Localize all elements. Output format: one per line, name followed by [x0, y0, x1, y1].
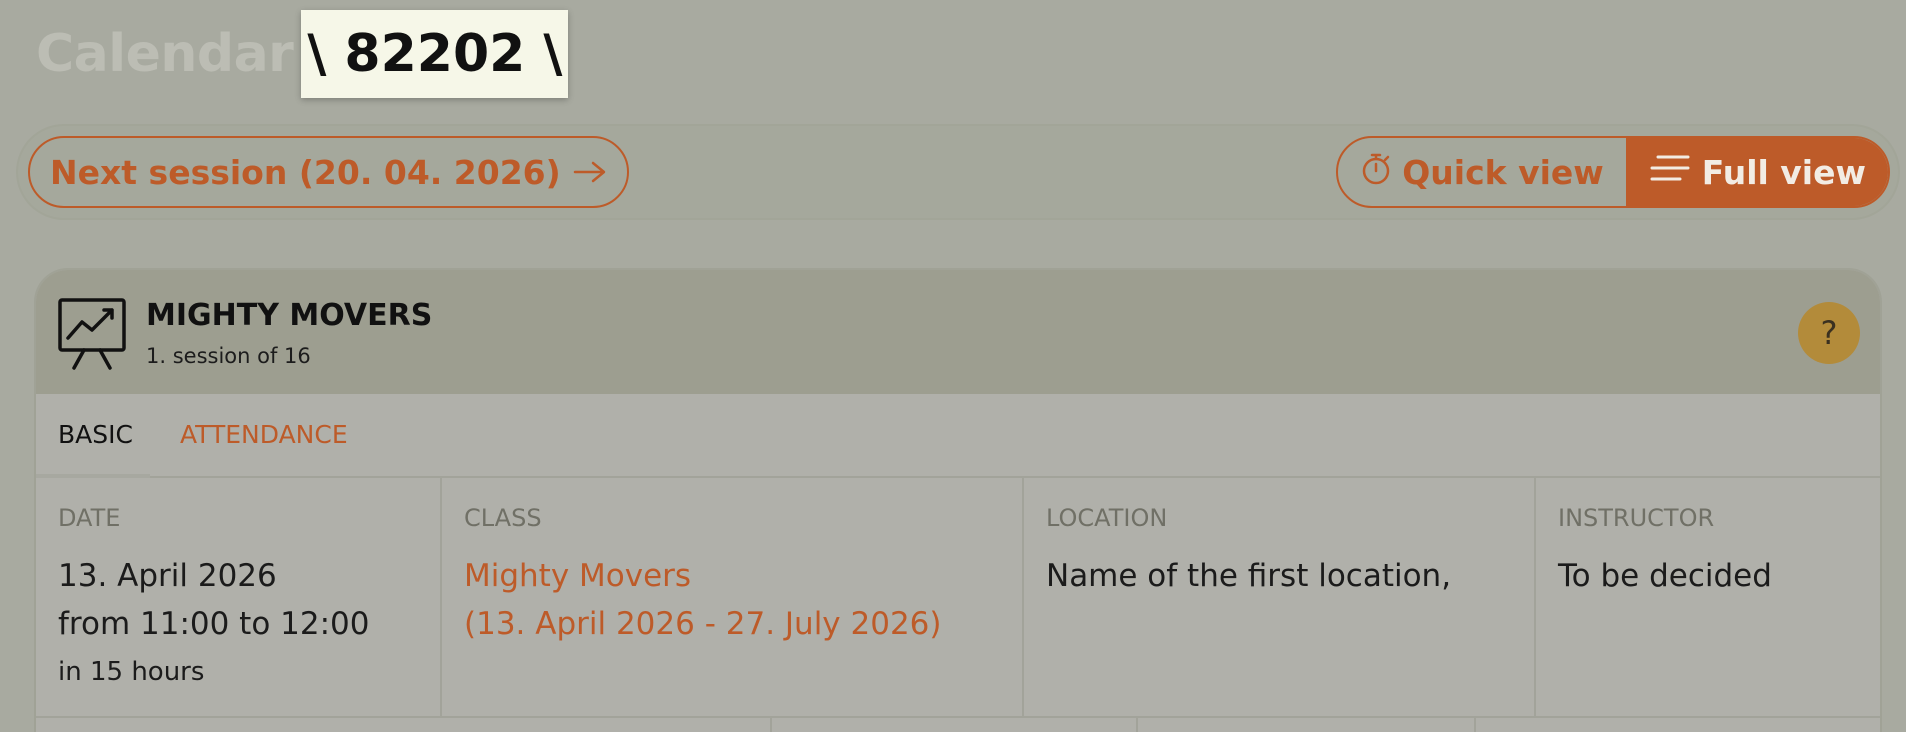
location-label: LOCATION [1046, 504, 1168, 532]
full-view-button[interactable]: Full view [1625, 138, 1888, 206]
page-title: Calendar \ 82202 \ [36, 10, 569, 98]
card-tabs: BASIC ATTENDANCE [36, 394, 1880, 478]
class-cell: CLASS Mighty Movers (13. April 2026 - 27… [442, 478, 1024, 716]
list-lines-icon [1648, 151, 1692, 193]
record-id: \ 82202 \ [301, 10, 569, 98]
next-session-button[interactable]: Next session (20. 04. 2026) [28, 136, 629, 208]
view-switch: Quick view Full view [1336, 136, 1890, 208]
full-view-label: Full view [1701, 152, 1866, 192]
card-header: MIGHTY MOVERS 1. session of 16 ? [36, 270, 1880, 394]
next-details-row [36, 718, 1880, 732]
instructor-cell: INSTRUCTOR To be decided [1536, 478, 1880, 716]
row-divider [770, 718, 772, 732]
session-toolbar: Next session (20. 04. 2026) Quick view F… [18, 126, 1898, 218]
instructor-value: To be decided [1558, 558, 1772, 594]
location-value: Name of the first location, [1046, 558, 1452, 594]
date-label: DATE [58, 504, 121, 532]
date-cell: DATE 13. April 2026 from 11:00 to 12:00 … [36, 478, 442, 716]
details-grid: DATE 13. April 2026 from 11:00 to 12:00 … [36, 478, 1880, 718]
card-title: MIGHTY MOVERS [146, 298, 433, 333]
row-divider [1136, 718, 1138, 732]
quick-view-button[interactable]: Quick view [1338, 138, 1626, 206]
relative-time: in 15 hours [58, 657, 205, 687]
next-session-label: Next session (20. 04. 2026) [50, 152, 561, 192]
session-card: MIGHTY MOVERS 1. session of 16 ? BASIC A… [36, 270, 1880, 732]
arrow-right-icon [573, 153, 607, 192]
tab-attendance[interactable]: ATTENDANCE [180, 420, 348, 449]
page-title-text: Calendar [36, 24, 294, 84]
row-divider [1474, 718, 1476, 732]
card-subtitle: 1. session of 16 [146, 344, 311, 368]
tab-basic[interactable]: BASIC [58, 420, 133, 449]
class-link[interactable]: Mighty Movers [464, 552, 1000, 600]
presentation-chart-icon [58, 298, 126, 374]
page: Calendar \ 82202 \ Next session (20. 04.… [0, 0, 1906, 732]
stopwatch-icon [1360, 150, 1392, 194]
instructor-label: INSTRUCTOR [1558, 504, 1715, 532]
date-value: 13. April 2026 [58, 558, 277, 594]
quick-view-label: Quick view [1402, 152, 1604, 192]
class-date-range[interactable]: (13. April 2026 - 27. July 2026) [464, 600, 1000, 648]
help-button[interactable]: ? [1798, 302, 1860, 364]
class-label: CLASS [464, 504, 542, 532]
location-cell: LOCATION Name of the first location, [1024, 478, 1536, 716]
time-range-value: from 11:00 to 12:00 [58, 606, 370, 642]
